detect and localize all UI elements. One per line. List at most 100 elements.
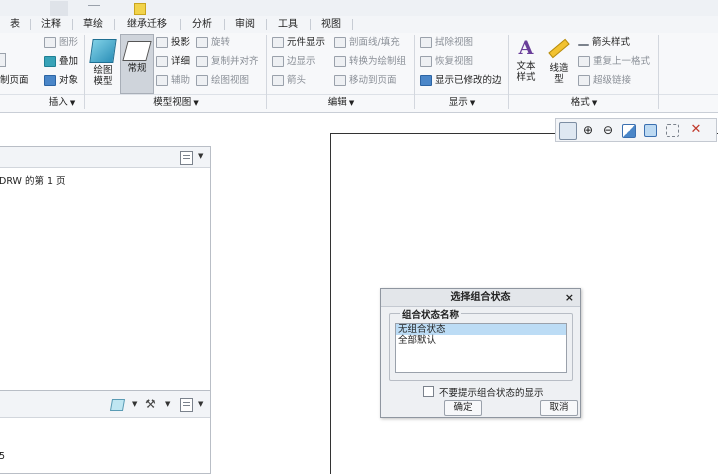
settings-list-icon[interactable]	[180, 398, 193, 412]
settings-list-icon[interactable]	[180, 151, 193, 165]
group-label-format-text: 格式	[570, 97, 590, 108]
combined-state-group: 组合状态名称 无组合状态 全部默认	[389, 307, 573, 381]
view-toolbar: ⊕ ⊖ ✕	[555, 118, 717, 142]
zoom-fit-icon[interactable]	[559, 122, 577, 140]
list-item[interactable]: 无组合状态	[396, 324, 566, 335]
zoom-in-icon[interactable]: ⊕	[580, 122, 596, 138]
datum-display-icon[interactable]: ✕	[688, 122, 704, 138]
element-display-button[interactable]: 元件显示	[272, 35, 325, 51]
general-view-button[interactable]: 常规	[120, 34, 154, 94]
chevron-down-icon[interactable]: ▼	[132, 400, 137, 408]
arrow-style-button[interactable]: 箭头样式	[578, 35, 630, 51]
tab-separator	[224, 19, 225, 30]
ok-button[interactable]: 确定	[444, 400, 482, 416]
move-to-page-button[interactable]: 移动到页面	[334, 73, 397, 89]
model-tree-panel: ▼ ⚒ ▼ ▼ 5	[0, 390, 211, 474]
list-item[interactable]: 全部默认	[396, 335, 566, 346]
drawing-model-button[interactable]: 绘图模型	[88, 39, 118, 87]
rotate-button[interactable]: 旋转	[196, 35, 230, 51]
tab-sketch[interactable]: 草绘	[74, 16, 112, 33]
restore-view-label: 恢复视图	[435, 56, 474, 67]
model-tree-header: ▼ ⚒ ▼ ▼	[0, 391, 210, 418]
chevron-down-icon[interactable]: ▼	[165, 400, 170, 408]
repeat-format-icon	[578, 56, 590, 67]
display-style-icon[interactable]	[644, 124, 657, 137]
repaint-icon[interactable]	[622, 124, 636, 138]
group-label-display[interactable]: 显示 ▼	[416, 95, 508, 110]
section-hatch-button[interactable]: 剖面线/填充	[334, 35, 400, 51]
dialog-title: 选择组合状态	[381, 289, 580, 307]
zoom-out-icon[interactable]: ⊖	[600, 122, 616, 138]
ribbon: 制页面 图形 叠加 对象 插入 ▼ 绘图模型 常规 投影 旋转 详细 复制并对齐 …	[0, 33, 718, 113]
cube-icon[interactable]	[109, 399, 126, 411]
tools-icon[interactable]: ⚒	[145, 397, 159, 411]
convert-to-drawing-button[interactable]: 转换为绘制组	[334, 54, 406, 70]
copy-align-button[interactable]: 复制并对齐	[196, 54, 259, 70]
arrow-button[interactable]: 箭头	[272, 73, 306, 89]
group-label-edit[interactable]: 编辑 ▼	[268, 95, 414, 110]
tab-table[interactable]: 表	[0, 16, 30, 33]
group-label-model-views[interactable]: 模型视图 ▼	[86, 95, 266, 110]
restore-view-button[interactable]: 恢复视图	[420, 54, 473, 70]
group-label-insert-text: 插入	[48, 97, 68, 108]
edge-display-label: 边显示	[287, 56, 316, 67]
dont-prompt-checkbox-label: 不要提示组合状态的显示	[439, 388, 544, 399]
hyperlink-icon	[578, 75, 590, 86]
restore-view-icon	[420, 56, 432, 67]
insert-partial-page-button[interactable]: 制页面	[0, 73, 29, 89]
erase-view-icon	[420, 37, 432, 48]
tab-annotate[interactable]: 注释	[32, 16, 70, 33]
overlay-label: 叠加	[59, 56, 79, 67]
group-separator	[84, 35, 85, 109]
tab-tools[interactable]: 工具	[268, 16, 308, 33]
insert-partial-page-label: 制页面	[0, 75, 29, 86]
move-to-page-label: 移动到页面	[349, 75, 397, 86]
chevron-down-icon[interactable]: ▼	[198, 400, 203, 408]
arrow-label: 箭头	[287, 75, 307, 86]
saved-views-icon[interactable]	[666, 124, 679, 137]
combined-state-list[interactable]: 无组合状态 全部默认	[395, 323, 567, 373]
hyperlink-button[interactable]: 超级链接	[578, 73, 631, 89]
drawing-view-button[interactable]: 绘图视图	[196, 73, 249, 89]
close-icon[interactable]: ×	[565, 289, 574, 306]
tab-separator	[114, 19, 115, 30]
move-to-page-icon	[334, 75, 346, 86]
erase-view-label: 拭除视图	[435, 37, 474, 48]
drawing-tree-item[interactable]: DRW 的第 1 页	[0, 173, 66, 187]
chevron-down-icon: ▼	[591, 99, 598, 107]
tab-view[interactable]: 视图	[312, 16, 350, 33]
group-label-format[interactable]: 格式 ▼	[510, 95, 658, 110]
graphics-label: 图形	[59, 37, 79, 48]
overlay-button[interactable]: 叠加	[44, 54, 78, 70]
drawing-tree-panel: ▼ DRW 的第 1 页	[0, 146, 211, 392]
erase-view-button[interactable]: 拭除视图	[420, 35, 473, 51]
element-display-icon	[272, 37, 284, 48]
dont-prompt-checkbox[interactable]	[423, 386, 434, 397]
edge-display-button[interactable]: 边显示	[272, 54, 316, 70]
line-style-button[interactable]: 线造型	[544, 37, 574, 85]
drawing-tree-header: ▼	[0, 147, 210, 168]
tab-review[interactable]: 审阅	[226, 16, 264, 33]
chevron-down-icon[interactable]: ▼	[198, 152, 203, 160]
text-style-button[interactable]: A 文本样式	[512, 37, 540, 83]
graphics-button[interactable]: 图形	[44, 35, 78, 51]
repeat-last-format-button[interactable]: 重复上一格式	[578, 54, 650, 70]
quick-access-mark	[88, 5, 100, 6]
cancel-button[interactable]: 取消	[540, 400, 578, 416]
insert-partial-icon[interactable]	[0, 53, 6, 67]
quick-access-button[interactable]	[50, 1, 68, 16]
folder-icon[interactable]	[134, 3, 146, 15]
detail-view-button[interactable]: 详细	[156, 54, 190, 70]
model-tree-item[interactable]: 5	[0, 451, 5, 462]
tab-analysis[interactable]: 分析	[182, 16, 222, 33]
show-modified-edges-button[interactable]: 显示已修改的边	[420, 73, 502, 89]
auxiliary-view-icon	[156, 75, 168, 86]
auxiliary-view-button[interactable]: 辅助	[156, 73, 190, 89]
dont-prompt-checkbox-row[interactable]: 不要提示组合状态的显示	[423, 386, 544, 399]
group-label-insert[interactable]: 插入 ▼	[40, 95, 84, 110]
projection-button[interactable]: 投影	[156, 35, 190, 51]
tab-legacy-migration[interactable]: 继承迁移	[116, 16, 178, 33]
object-button[interactable]: 对象	[44, 73, 78, 89]
show-modified-edges-icon	[420, 75, 432, 86]
detail-view-label: 详细	[171, 56, 191, 67]
